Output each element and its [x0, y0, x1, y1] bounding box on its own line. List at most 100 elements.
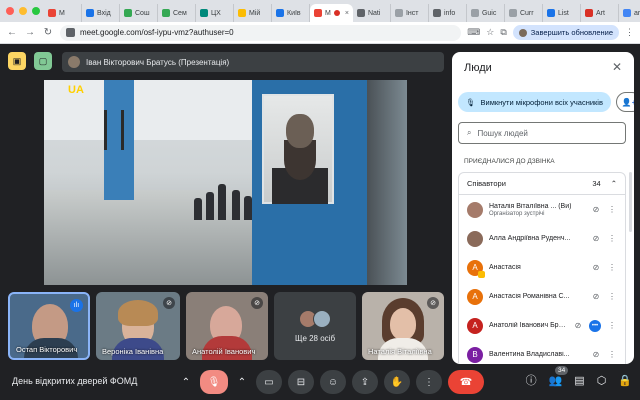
- minimize-window-button[interactable]: [19, 7, 27, 15]
- participant-row[interactable]: А Анастасія Романівна С... ⊘ ⋮: [459, 282, 625, 311]
- raise-hand-button[interactable]: ✋: [384, 370, 410, 394]
- extensions-icon[interactable]: ⧉: [500, 27, 506, 38]
- trident-sculpture: [104, 110, 124, 150]
- participant-row[interactable]: Алла Андріївна Руденч... ⊘ ⋮: [459, 224, 625, 253]
- close-icon[interactable]: ✕: [612, 60, 622, 74]
- reload-button[interactable]: ↻: [42, 27, 54, 38]
- participant-role: Організатор зустрічі: [489, 210, 545, 217]
- participant-row[interactable]: А Анатолій Іванович Бро... ⊘ ••• ⋮: [459, 311, 625, 340]
- toolbar-right: ⌨ ☆ ⧉ Завершить обновление ⋮: [467, 25, 634, 40]
- muted-mic-icon[interactable]: ⊘: [591, 205, 601, 214]
- leave-call-button[interactable]: ☎: [448, 370, 484, 394]
- muted-mic-icon: ⊘: [163, 297, 175, 309]
- muted-mic-icon[interactable]: ⊘: [591, 234, 601, 243]
- microphone-off-button[interactable]: 🎙: [200, 370, 228, 394]
- audio-options-chevron-icon[interactable]: ⌃: [178, 370, 194, 394]
- browser-tab[interactable]: List: [543, 4, 581, 22]
- browser-tab[interactable]: M ×: [310, 4, 353, 22]
- group-label: Співавтори: [467, 179, 506, 188]
- muted-mic-icon[interactable]: ⊘: [573, 321, 583, 330]
- browser-tab[interactable]: Сем: [158, 4, 196, 22]
- layout-icon[interactable]: ▢: [34, 52, 52, 70]
- people-button[interactable]: 👥 34: [549, 365, 569, 387]
- participant-row[interactable]: А Анастасія ⊘ ⋮: [459, 253, 625, 282]
- browser-tab[interactable]: ЦХ: [196, 4, 234, 22]
- browser-tab[interactable]: Вхід: [82, 4, 120, 22]
- people-in-hall: [194, 180, 254, 220]
- tab-favicon-icon: [238, 9, 246, 17]
- activities-icon[interactable]: ⬡: [597, 374, 607, 387]
- back-button[interactable]: ←: [6, 27, 18, 38]
- close-window-button[interactable]: [6, 7, 14, 15]
- panel-scrollbar[interactable]: [629, 172, 632, 232]
- browser-tab[interactable]: Curr: [505, 4, 543, 22]
- muted-mic-icon[interactable]: ⊘: [591, 292, 601, 301]
- muted-mic-icon[interactable]: ⊘: [591, 263, 601, 272]
- participant-tile[interactable]: ⊘ Вероніка Іванівна: [96, 292, 180, 360]
- participant-more-icon[interactable]: ⋮: [607, 205, 617, 214]
- translate-icon[interactable]: ⌨: [467, 27, 480, 38]
- bookmark-star-icon[interactable]: ☆: [486, 27, 494, 38]
- participant-name: Алла Андріївна Руденч...: [489, 235, 571, 242]
- avatar: В: [467, 346, 483, 363]
- tab-favicon-icon: [276, 9, 284, 17]
- present-screen-button[interactable]: ⇪: [352, 370, 378, 394]
- participant-tile[interactable]: ılı Остап Вікторович: [8, 292, 90, 360]
- browser-tab[interactable]: Guic: [467, 4, 505, 22]
- browser-tab[interactable]: Інст: [391, 4, 429, 22]
- update-button[interactable]: Завершить обновление: [512, 25, 619, 40]
- host-controls-icon[interactable]: 🔒: [618, 374, 632, 387]
- meeting-info-icon[interactable]: ⓘ: [526, 372, 537, 388]
- participant-more-icon[interactable]: ⋮: [607, 350, 617, 359]
- search-people-input[interactable]: ⌕ Пошук людей: [458, 122, 626, 144]
- activity-icon[interactable]: ▣: [8, 52, 26, 70]
- address-bar[interactable]: meet.google.com/osf-iypu-vmz?authuser=0: [60, 24, 462, 41]
- chevron-up-icon[interactable]: ⌃: [611, 179, 617, 188]
- browser-tab[interactable]: info: [429, 4, 467, 22]
- participant-row[interactable]: В Валентина Владиславі... ⊘ ⋮: [459, 340, 625, 364]
- maximize-window-button[interactable]: [32, 7, 40, 15]
- top-left-icons: ▣ ▢: [8, 52, 52, 70]
- tab-label: Вхід: [97, 9, 111, 17]
- muted-mic-icon[interactable]: ⊘: [591, 350, 601, 359]
- browser-menu-icon[interactable]: ⋮: [625, 27, 634, 38]
- participant-name: Анатолій Іванович Бро...: [489, 322, 567, 329]
- participant-more-icon[interactable]: ⋮: [607, 321, 617, 330]
- browser-tab[interactable]: Сош: [120, 4, 158, 22]
- captions-button[interactable]: ⊟: [288, 370, 314, 394]
- participant-more-icon[interactable]: ⋮: [607, 234, 617, 243]
- browser-tab[interactable]: Мій: [234, 4, 272, 22]
- chat-icon[interactable]: ▤: [574, 374, 584, 387]
- forward-button[interactable]: →: [24, 27, 36, 38]
- tab-label: Сош: [135, 9, 150, 17]
- browser-tab[interactable]: Київ: [272, 4, 310, 22]
- browser-tab[interactable]: Art: [581, 4, 619, 22]
- tab-favicon-icon: [314, 9, 322, 17]
- tab-favicon-icon: [432, 9, 441, 17]
- close-tab-icon[interactable]: ×: [345, 10, 349, 17]
- camera-button[interactable]: ▭: [256, 370, 282, 394]
- section-label: ПРИЄДНАЛИСЯ ДО ДЗВІНКА: [464, 158, 555, 165]
- tab-label: Guic: [481, 9, 497, 17]
- group-header[interactable]: Співавтори 34 ⌃: [459, 173, 625, 195]
- right-controls: ⓘ 👥 34 ▤ ⬡ 🔒: [526, 365, 632, 388]
- participant-tile[interactable]: ⊘ Наталія Віталіївна: [362, 292, 444, 360]
- participant-tile[interactable]: ⊘ Анатолій Іванович: [186, 292, 268, 360]
- site-info-icon[interactable]: [66, 28, 75, 37]
- more-options-button[interactable]: ⋮: [416, 370, 442, 394]
- participant-row[interactable]: Наталія Віталіївна ... (Ви) Організатор з…: [459, 195, 625, 224]
- mute-all-button[interactable]: 🎙 Вимкнути мікрофони всіх учасників: [458, 92, 611, 112]
- add-people-button[interactable]: 👤+: [616, 92, 634, 112]
- more-participants-tile[interactable]: Ще 28 осіб: [274, 292, 356, 360]
- participant-more-icon[interactable]: ⋮: [607, 292, 617, 301]
- video-options-chevron-icon[interactable]: ⌃: [234, 370, 250, 394]
- search-icon: ⌕: [467, 128, 472, 137]
- participant-more-icon[interactable]: ⋮: [607, 263, 617, 272]
- tab-label: ЦХ: [211, 9, 221, 17]
- browser-tab[interactable]: Nati: [353, 4, 391, 22]
- browser-tab[interactable]: art v: [619, 4, 640, 22]
- tab-label: M: [59, 9, 65, 17]
- bottom-bar: День відкритих дверей ФОМД ⌃ 🎙 ⌃ ▭ ⊟ ☺ ⇪…: [0, 364, 640, 400]
- emoji-reactions-button[interactable]: ☺: [320, 370, 346, 394]
- browser-tab[interactable]: M: [44, 4, 82, 22]
